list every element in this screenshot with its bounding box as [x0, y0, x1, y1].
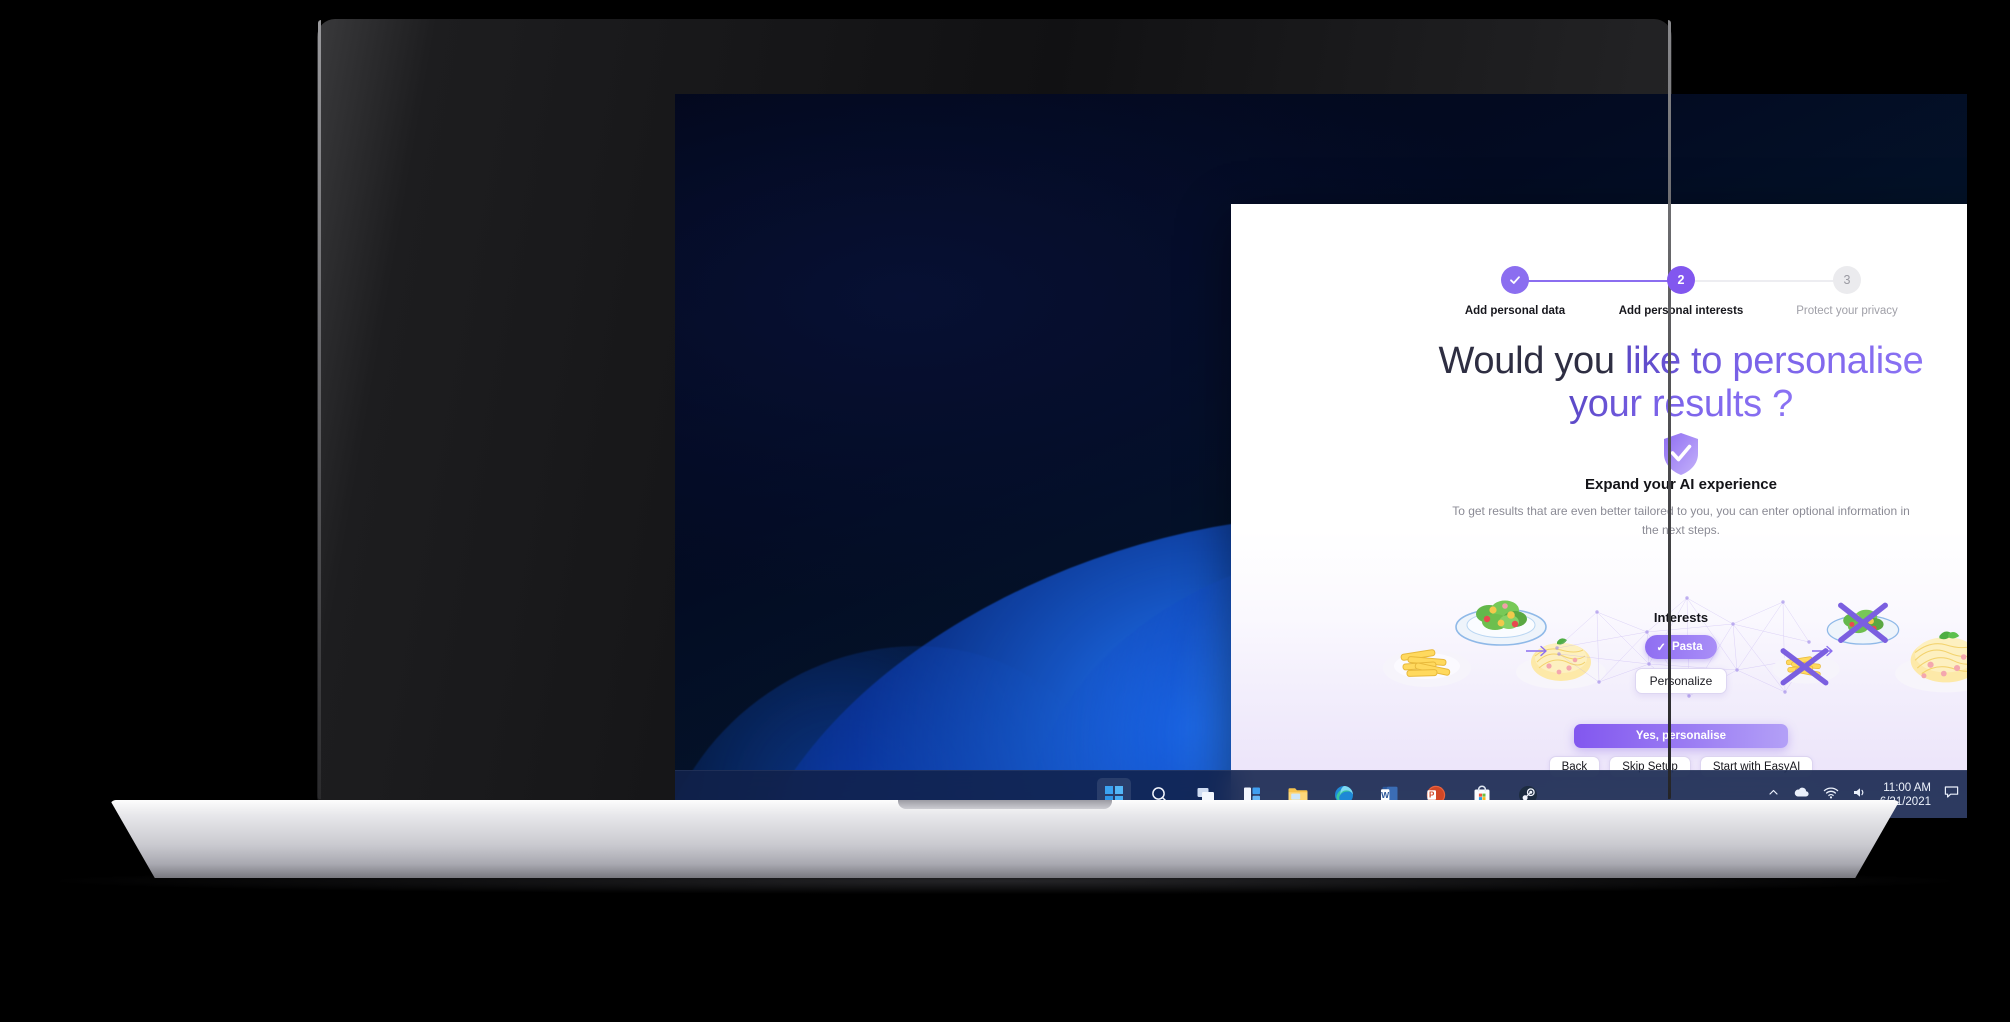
laptop-lid: Connected: [317, 19, 1967, 818]
clock-time: 11:00 AM: [1883, 781, 1931, 794]
headline-part-2: like to personalise: [1624, 340, 1924, 382]
salad-plate-right-crossed: [1825, 596, 1901, 648]
section-title: Expand your AI experience: [1584, 476, 1777, 493]
shield-check-icon: [1664, 433, 1698, 475]
headline-part-3: your results ?: [1569, 383, 1793, 425]
stepper-progress-empty: [1681, 279, 1847, 282]
stepper-step-3[interactable]: 3 Protect your privacy: [1764, 266, 1930, 317]
step-1-badge: [1501, 266, 1529, 294]
personalize-button[interactable]: Personalize: [1634, 668, 1728, 694]
headline-part-1: Would you: [1438, 340, 1625, 382]
step-2-label: Add personal interests: [1618, 305, 1744, 317]
personalisation-illustration: Interests ✓ Pasta Personalize: [1231, 582, 1967, 712]
step-2-badge: 2: [1667, 266, 1695, 294]
chip-label: Pasta: [1671, 641, 1703, 653]
section-description: To get results that are even better tail…: [1452, 504, 1910, 537]
stepper-progress-filled: [1515, 279, 1681, 282]
interests-panel: Interests ✓ Pasta Personalize: [1526, 590, 1833, 708]
onboarding-stepper: Add personal data 2 Add personal interes…: [1231, 266, 1967, 317]
step-3-label: Protect your privacy: [1796, 305, 1898, 317]
stepper-track: Add personal data 2 Add personal interes…: [1432, 266, 1930, 317]
laptop-screen: Connected: [675, 94, 1967, 818]
shield-badge: [1231, 432, 1967, 476]
step-3-badge: 3: [1833, 266, 1861, 294]
notification-center-icon[interactable]: [1944, 785, 1959, 804]
chip-check-icon: ✓: [1656, 642, 1666, 654]
step-1-label: Add personal data: [1464, 305, 1566, 317]
window-titlebar: Connected: [1231, 204, 1967, 238]
laptop-base: [110, 800, 1900, 878]
stepper-step-1[interactable]: Add personal data: [1432, 266, 1598, 317]
onboarding-window: Connected: [1231, 204, 1967, 818]
svg-text:P: P: [1429, 790, 1435, 799]
svg-text:W: W: [1381, 790, 1390, 800]
stepper-step-2[interactable]: 2 Add personal interests: [1598, 266, 1764, 317]
pasta-plate-right-selected: [1893, 620, 1967, 694]
interests-title: Interests: [1653, 610, 1709, 625]
page-title: Would you like to personalise your resul…: [1231, 340, 1967, 426]
primary-cta-button[interactable]: Yes, personalise: [1574, 724, 1788, 748]
interest-chip-pasta[interactable]: ✓ Pasta: [1645, 635, 1717, 659]
arrow-left-icon: [1525, 644, 1551, 662]
screenshot-stage: Connected: [0, 0, 2010, 1022]
